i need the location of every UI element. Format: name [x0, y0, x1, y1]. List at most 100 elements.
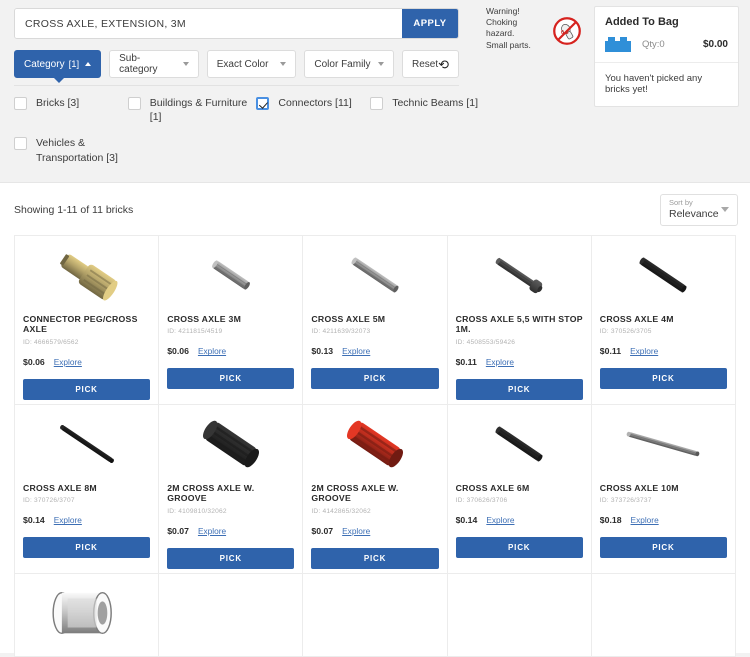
explore-link[interactable]: Explore — [198, 346, 226, 356]
product-image — [15, 405, 158, 483]
warning-text: Warning! Choking hazard. Small parts. — [486, 6, 531, 50]
results-header: Showing 1-11 of 11 bricks Sort by Releva… — [0, 183, 750, 235]
explore-link[interactable]: Explore — [198, 526, 226, 536]
product-info: CROSS AXLE 5M ID: 4211639/32073 $0.13 Ex… — [303, 314, 446, 356]
product-card: CROSS AXLE 4M ID: 370526/3705 $0.11 Expl… — [591, 236, 736, 405]
product-image — [592, 236, 735, 314]
product-id: ID: 370626/3706 — [455, 497, 508, 505]
category-checkbox-row: Vehicles & Transportation [3] — [14, 136, 484, 176]
category-label: Vehicles & Transportation [3] — [36, 137, 118, 164]
pick-button[interactable]: PICK — [599, 537, 727, 559]
bag-title: Added To Bag — [605, 16, 679, 28]
checkbox-icon[interactable] — [370, 97, 384, 110]
category-checkbox-technic-beams[interactable]: Technic Beams [1] — [370, 96, 484, 124]
product-info: CROSS AXLE 4M ID: 370526/3705 $0.11 Expl… — [592, 314, 735, 356]
chevron-down-icon — [378, 62, 385, 66]
pick-button[interactable]: PICK — [599, 368, 727, 390]
product-price: $0.18 — [599, 515, 622, 526]
sort-by-dropdown[interactable]: Sort by Relevance — [660, 194, 738, 226]
category-checkbox-vehicles-transportation[interactable]: Vehicles & Transportation [3] — [14, 136, 129, 164]
product-price-row: $0.11 Explore — [456, 357, 583, 367]
explore-link[interactable]: Explore — [486, 515, 514, 525]
checkbox-icon[interactable] — [127, 97, 141, 110]
product-id: ID: 4508553/59426 — [455, 338, 516, 346]
product-info: CROSS AXLE 6M ID: 370626/3706 $0.14 Expl… — [448, 483, 591, 525]
product-info: CROSS AXLE 5,5 WITH STOP 1M. ID: 4508553… — [448, 314, 591, 367]
chevron-down-icon — [721, 207, 729, 212]
product-image — [15, 574, 158, 652]
product-card: CROSS AXLE 5,5 WITH STOP 1M. ID: 4508553… — [447, 236, 592, 405]
product-name: 2M CROSS AXLE W. GROOVE — [311, 483, 399, 504]
category-checkbox-bricks[interactable]: Bricks [3] — [14, 96, 128, 124]
product-card: 2M CROSS AXLE W. GROOVE ID: 4109810/3206… — [159, 405, 304, 574]
toolbar-divider — [14, 85, 459, 86]
category-label: Connectors [11] — [278, 97, 352, 109]
checkbox-icon[interactable] — [14, 97, 27, 110]
pick-button[interactable]: PICK — [311, 547, 439, 569]
explore-link[interactable]: Explore — [54, 515, 82, 525]
pick-button[interactable]: PICK — [167, 547, 295, 569]
brick-icon — [605, 37, 631, 52]
exact-color-dropdown[interactable]: Exact Color — [206, 50, 297, 78]
reset-button[interactable]: Reset ⟲ — [402, 50, 460, 78]
apply-button[interactable]: APPLY — [402, 9, 458, 38]
product-name: CROSS AXLE 5M — [311, 314, 386, 324]
sort-by-value: Relevance — [669, 208, 719, 220]
pick-button[interactable]: PICK — [311, 368, 439, 390]
explore-link[interactable]: Explore — [342, 346, 370, 356]
product-image — [159, 236, 302, 314]
bag-header: Added To Bag Qty:0 $0.00 — [595, 7, 738, 63]
checkbox-icon-checked[interactable] — [256, 97, 270, 110]
filter-dropdown-row: Category [1] Sub-category Exact Color Co… — [14, 50, 460, 83]
explore-link[interactable]: Explore — [342, 526, 370, 536]
dropdown-pointer — [53, 77, 65, 83]
product-price: $0.06 — [167, 346, 189, 357]
product-info: CROSS AXLE 10M ID: 373726/3737 $0.18 Exp… — [592, 483, 735, 525]
explore-link[interactable]: Explore — [486, 357, 514, 367]
product-name: CONNECTOR PEG/CROSS AXLE — [23, 314, 138, 335]
product-info: CONNECTOR PEG/CROSS AXLE ID: 4666579/656… — [15, 314, 158, 367]
subcategory-dropdown[interactable]: Sub-category — [109, 50, 199, 78]
product-image — [15, 236, 158, 314]
category-checkbox-connectors[interactable]: Connectors [11] — [256, 96, 370, 124]
category-checkbox-buildings-furniture[interactable]: Buildings & Furniture [1] — [127, 96, 257, 124]
product-image — [448, 405, 591, 483]
product-card: CROSS AXLE 8M ID: 370726/3707 $0.14 Expl… — [15, 405, 160, 574]
product-info: CROSS AXLE 8M ID: 370726/3707 $0.14 Expl… — [15, 483, 158, 525]
pick-button[interactable]: PICK — [23, 537, 151, 559]
product-card: CROSS AXLE 5M ID: 4211639/32073 $0.13 Ex… — [303, 236, 448, 405]
empty-grid-cell — [591, 574, 736, 657]
empty-grid-cell — [303, 574, 448, 657]
category-checkbox-grid: Bricks [3] Buildings & Furniture [1] Con… — [14, 96, 484, 177]
product-id: ID: 4211639/32073 — [311, 328, 371, 336]
product-id: ID: 370726/3707 — [23, 497, 75, 505]
bag-total: $0.00 — [702, 39, 728, 50]
bag-quantity: Qty:0 — [642, 39, 665, 50]
pick-button[interactable]: PICK — [167, 368, 295, 390]
search-input[interactable] — [15, 9, 402, 38]
color-family-dropdown[interactable]: Color Family — [304, 50, 395, 78]
checkbox-icon[interactable] — [14, 137, 27, 151]
product-name: CROSS AXLE 5,5 WITH STOP 1M. — [455, 314, 583, 335]
product-price-row: $0.07 Explore — [167, 526, 294, 536]
explore-link[interactable]: Explore — [631, 515, 659, 525]
product-id: ID: 370526/3705 — [599, 328, 652, 336]
product-id: ID: 4142865/32062 — [311, 507, 371, 515]
explore-link[interactable]: Explore — [630, 346, 658, 356]
category-checkbox-row: Bricks [3] Buildings & Furniture [1] Con… — [14, 96, 484, 136]
pick-button[interactable]: PICK — [23, 378, 151, 400]
product-card: CROSS AXLE 6M ID: 370626/3706 $0.14 Expl… — [447, 405, 592, 574]
category-label: Buildings & Furniture [1] — [149, 97, 248, 124]
product-price-row: $0.06 Explore — [23, 357, 150, 367]
category-dropdown[interactable]: Category [1] — [14, 50, 102, 83]
product-name: CROSS AXLE 8M — [23, 483, 97, 493]
product-price: $0.13 — [311, 346, 334, 357]
explore-link[interactable]: Explore — [54, 357, 82, 367]
product-id: ID: 4211815/4519 — [167, 328, 223, 336]
product-card: CROSS AXLE 10M ID: 373726/3737 $0.18 Exp… — [591, 405, 736, 574]
subcategory-dropdown-label: Sub-category — [119, 53, 158, 75]
pick-button[interactable]: PICK — [455, 537, 583, 559]
pick-button[interactable]: PICK — [455, 378, 583, 400]
product-name: CROSS AXLE 3M — [167, 314, 242, 324]
product-image — [303, 236, 446, 314]
